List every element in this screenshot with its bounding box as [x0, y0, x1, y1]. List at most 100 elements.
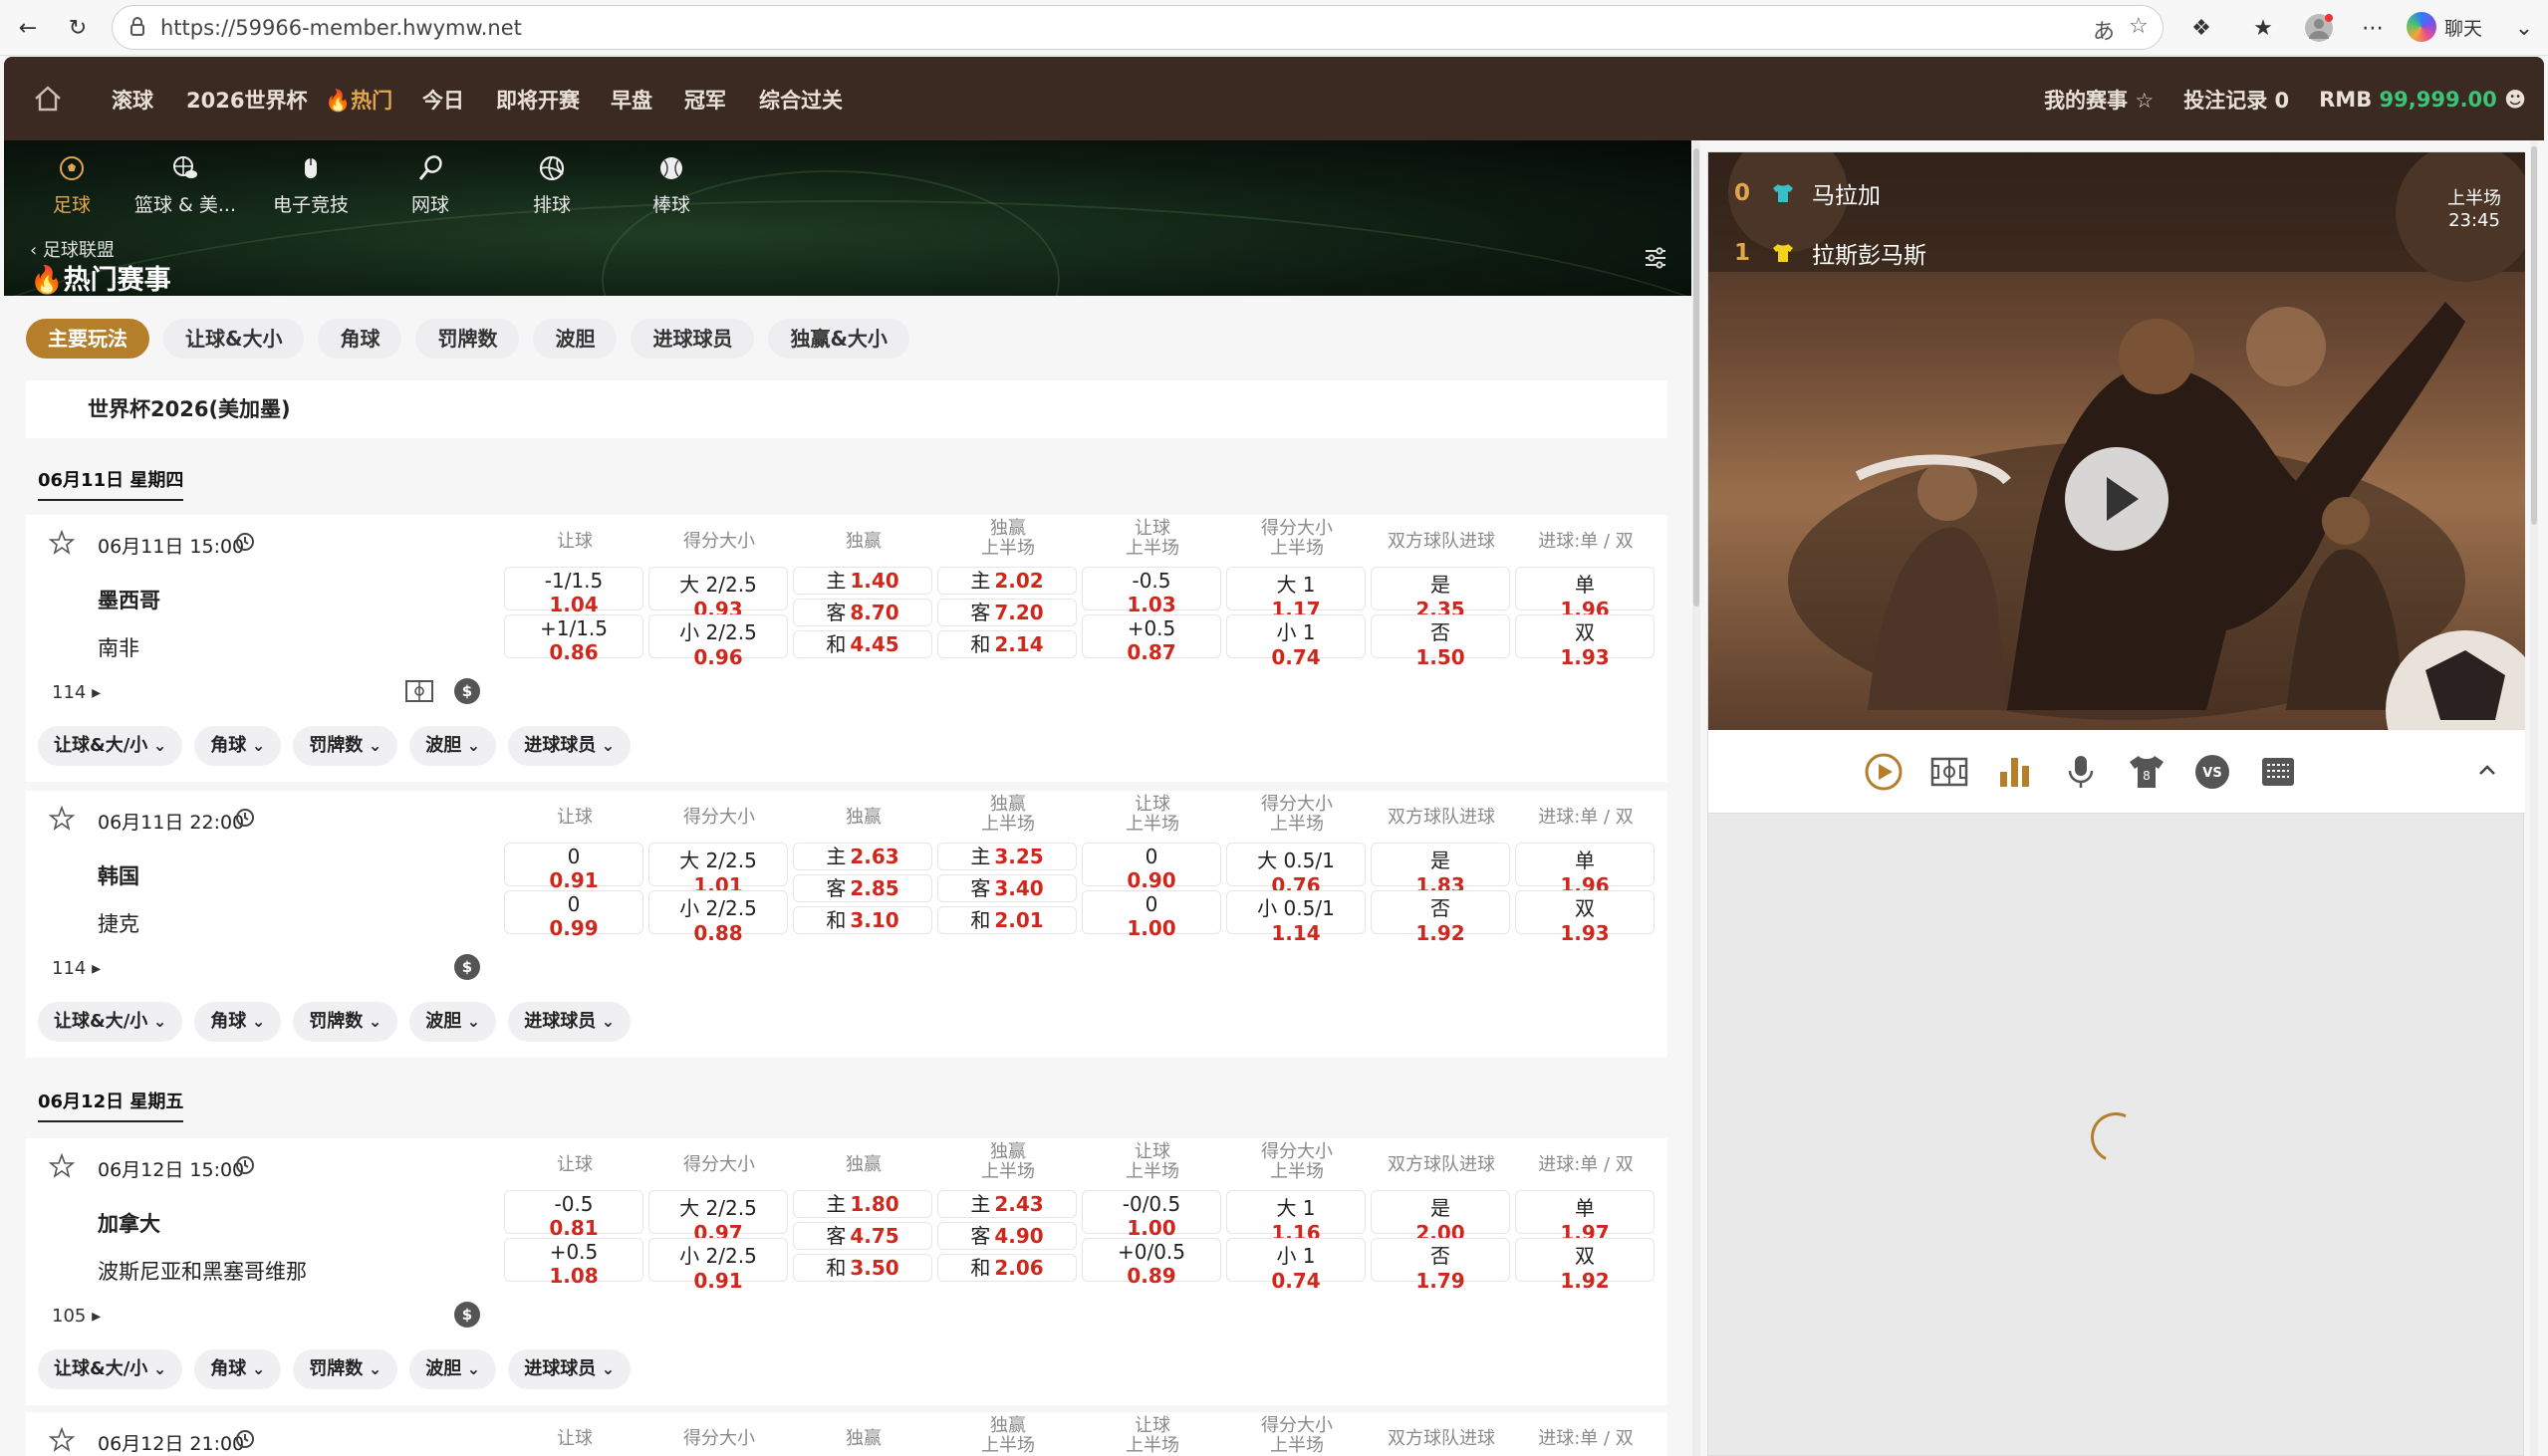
chevron-up-icon[interactable] [2475, 758, 2499, 782]
tab-corners[interactable]: 角球 [318, 319, 402, 359]
left-scrollbar[interactable] [1692, 140, 1700, 1456]
back-icon[interactable]: ← [12, 12, 44, 44]
nav-item-outright[interactable]: 冠军 [684, 85, 726, 115]
odds-cell-match-winner-1h[interactable]: 客 3.40 [937, 874, 1077, 902]
odds-cell-both-teams-score[interactable]: 是 2.35 [1371, 567, 1510, 621]
odds-cell-odd-even[interactable]: 单 1.96 [1515, 567, 1655, 621]
odds-cell-handicap-1h[interactable]: +0.5 0.87 [1082, 614, 1221, 664]
market-dropdown[interactable]: 让球&大/小 [38, 726, 183, 766]
address-bar[interactable]: https://59966-member.hwymw.net あ ☆ [112, 5, 2164, 50]
tab-main[interactable]: 主要玩法 [26, 319, 149, 359]
filter-settings-icon[interactable] [1642, 244, 1669, 272]
scoreboard-icon[interactable] [2258, 752, 2298, 792]
profile-avatar[interactable] [2303, 12, 2335, 44]
odds-cell-over-under[interactable]: 大 2/2.5 0.93 [648, 567, 788, 621]
stats-icon[interactable] [1995, 752, 2035, 792]
odds-cell-over-under[interactable]: 小 2/2.5 0.96 [648, 614, 788, 669]
market-dropdown[interactable]: 角球 [194, 726, 282, 766]
odds-cell-match-winner-1h[interactable]: 和 2.06 [937, 1254, 1077, 1282]
market-dropdown[interactable]: 角球 [194, 1002, 282, 1042]
odds-cell-handicap-1h[interactable]: 0 1.00 [1082, 890, 1221, 940]
market-dropdown[interactable]: 进球球员 [508, 1002, 632, 1042]
sport-tab-football[interactable]: 足球 [12, 154, 131, 217]
favorite-star-icon[interactable] [48, 805, 76, 833]
refresh-icon[interactable]: ↻ [62, 12, 94, 44]
nav-item-upcoming[interactable]: 即将开赛 [496, 85, 580, 115]
odds-cell-handicap-1h[interactable]: -0.5 1.03 [1082, 567, 1221, 616]
odds-cell-match-winner-1h[interactable]: 和 2.01 [937, 906, 1077, 934]
odds-cell-match-winner-1h[interactable]: 主 3.25 [937, 843, 1077, 870]
read-aloud-icon[interactable]: あ [2093, 14, 2115, 46]
market-dropdown[interactable]: 罚牌数 [293, 726, 398, 766]
odds-cell-both-teams-score[interactable]: 是 1.83 [1371, 843, 1510, 897]
odds-cell-over-under[interactable]: 大 2/2.5 1.01 [648, 843, 788, 897]
odds-cell-odd-even[interactable]: 单 1.97 [1515, 1190, 1655, 1245]
market-dropdown[interactable]: 波胆 [409, 1002, 497, 1042]
odds-cell-both-teams-score[interactable]: 是 2.00 [1371, 1190, 1510, 1245]
odds-cell-handicap[interactable]: +0.5 1.08 [504, 1238, 643, 1288]
nav-item-parlay[interactable]: 综合过关 [759, 85, 843, 115]
market-dropdown[interactable]: 让球&大/小 [38, 1002, 183, 1042]
sport-tab-basketball[interactable]: 篮球 & 美... [126, 154, 245, 217]
bet-records-link[interactable]: 投注记录 0 [2183, 85, 2289, 115]
versus-icon[interactable]: VS [2192, 752, 2232, 792]
favorites-icon[interactable]: ★ [2247, 12, 2279, 44]
tab-cards[interactable]: 罚牌数 [415, 319, 520, 359]
odds-cell-match-winner[interactable]: 主 1.40 [793, 567, 932, 595]
more-markets-link[interactable]: 114 ▸ [52, 958, 101, 979]
odds-cell-over-under-1h[interactable]: 小 0.5/1 1.14 [1226, 890, 1366, 945]
sport-tab-tennis[interactable]: 网球 [371, 154, 490, 217]
balance[interactable]: RMB 99,999.00 ☻ [2319, 88, 2526, 112]
odds-cell-handicap[interactable]: 0 0.91 [504, 843, 643, 892]
odds-cell-handicap-1h[interactable]: +0/0.5 0.89 [1082, 1238, 1221, 1288]
odds-cell-over-under[interactable]: 小 2/2.5 0.91 [648, 1238, 788, 1293]
market-dropdown[interactable]: 波胆 [409, 1349, 497, 1389]
favorite-star-icon[interactable] [48, 1426, 76, 1454]
odds-cell-match-winner[interactable]: 客 8.70 [793, 599, 932, 626]
league-header[interactable]: 世界杯2026(美加墨) [26, 380, 1667, 438]
home-icon[interactable] [32, 83, 64, 115]
odds-cell-over-under-1h[interactable]: 大 1 1.16 [1226, 1190, 1366, 1245]
more-markets-link[interactable]: 114 ▸ [52, 682, 101, 703]
odds-cell-match-winner-1h[interactable]: 主 2.43 [937, 1190, 1077, 1218]
nav-item-early[interactable]: 早盘 [611, 85, 652, 115]
odds-cell-odd-even[interactable]: 双 1.92 [1515, 1238, 1655, 1293]
market-dropdown[interactable]: 罚牌数 [293, 1349, 398, 1389]
odds-cell-match-winner[interactable]: 和 4.45 [793, 630, 932, 658]
nav-item-today[interactable]: 今日 [422, 85, 464, 115]
odds-cell-handicap[interactable]: +1/1.5 0.86 [504, 614, 643, 664]
odds-cell-match-winner-1h[interactable]: 客 4.90 [937, 1222, 1077, 1250]
odds-cell-over-under[interactable]: 大 2/2.5 0.97 [648, 1190, 788, 1245]
scrollbar-thumb[interactable] [1693, 148, 1699, 607]
tab-goalscorer[interactable]: 进球球员 [631, 319, 755, 359]
scrollbar-thumb[interactable] [2531, 146, 2537, 525]
cashout-coin-icon[interactable]: $ [454, 678, 480, 704]
tab-correct-score[interactable]: 波胆 [533, 319, 618, 359]
odds-cell-handicap[interactable]: 0 0.99 [504, 890, 643, 940]
favorite-star-icon[interactable]: ☆ [2129, 14, 2149, 39]
odds-cell-match-winner[interactable]: 和 3.50 [793, 1254, 932, 1282]
odds-cell-over-under-1h[interactable]: 大 0.5/1 0.76 [1226, 843, 1366, 897]
odds-cell-match-winner-1h[interactable]: 主 2.02 [937, 567, 1077, 595]
sport-tab-volleyball[interactable]: 排球 [492, 154, 612, 217]
market-dropdown[interactable]: 让球&大/小 [38, 1349, 183, 1389]
extensions-icon[interactable]: ❖ [2185, 12, 2217, 44]
url-text[interactable]: https://59966-member.hwymw.net [160, 16, 522, 40]
tab-handicap-ou[interactable]: 让球&大小 [163, 319, 305, 359]
nav-item-hot[interactable]: 🔥热门 [325, 85, 392, 115]
odds-cell-match-winner[interactable]: 客 2.85 [793, 874, 932, 902]
microphone-icon[interactable] [2061, 752, 2101, 792]
odds-cell-handicap-1h[interactable]: -0/0.5 1.00 [1082, 1190, 1221, 1240]
tab-1x2-ou[interactable]: 独赢&大小 [768, 319, 909, 359]
odds-cell-both-teams-score[interactable]: 否 1.79 [1371, 1238, 1510, 1293]
odds-cell-over-under-1h[interactable]: 大 1 1.17 [1226, 567, 1366, 621]
market-dropdown[interactable]: 进球球员 [508, 1349, 632, 1389]
odds-cell-handicap[interactable]: -0.5 0.81 [504, 1190, 643, 1240]
market-dropdown[interactable]: 罚牌数 [293, 1002, 398, 1042]
odds-cell-both-teams-score[interactable]: 否 1.50 [1371, 614, 1510, 669]
odds-cell-odd-even[interactable]: 双 1.93 [1515, 614, 1655, 669]
odds-cell-handicap-1h[interactable]: 0 0.90 [1082, 843, 1221, 892]
more-markets-link[interactable]: 105 ▸ [52, 1306, 101, 1327]
sport-tab-esports[interactable]: 电子竞技 [251, 154, 371, 217]
copilot-chat-button[interactable]: 聊天 [2407, 8, 2504, 46]
